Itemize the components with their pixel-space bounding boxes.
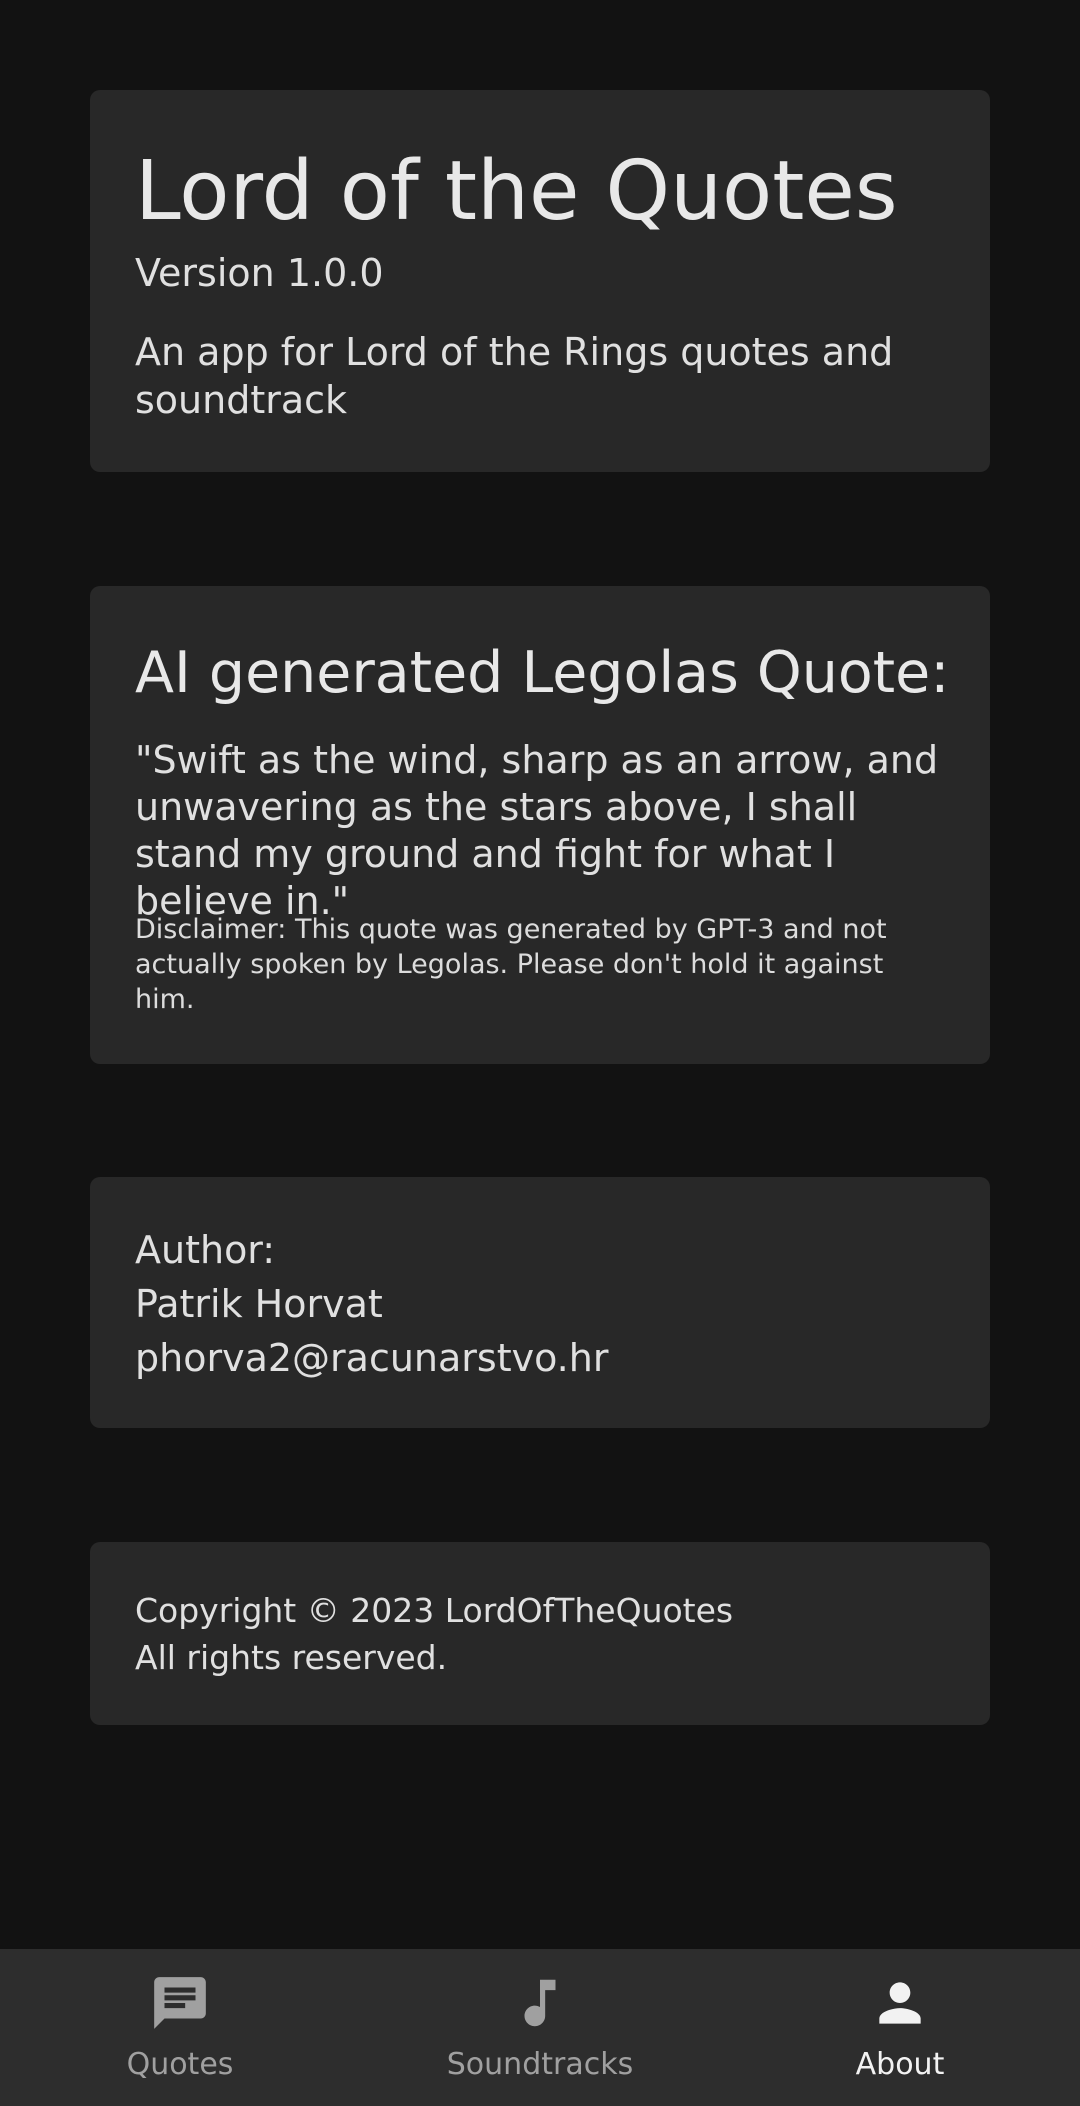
app-description: An app for Lord of the Rings quotes and …: [135, 330, 894, 422]
author-label: Author:: [135, 1228, 276, 1272]
nav-label-quotes: Quotes: [126, 2047, 234, 2082]
person-icon: [720, 1972, 1080, 2034]
nav-item-about[interactable]: About: [720, 1949, 1080, 2106]
bottom-navigation: Quotes Soundtracks About: [0, 1949, 1080, 2106]
author-name: Patrik Horvat: [135, 1282, 383, 1326]
app-version: Version 1.0.0: [135, 251, 384, 295]
nav-item-soundtracks[interactable]: Soundtracks: [360, 1949, 720, 2106]
copyright-card: Copyright © 2023 LordOfTheQuotes All rig…: [90, 1542, 990, 1725]
app-info-card: Lord of the Quotes Version 1.0.0 An app …: [90, 90, 990, 472]
author-card: Author: Patrik Horvat phorva2@racunarstv…: [90, 1177, 990, 1428]
quote-heading: AI generated Legolas Quote:: [135, 640, 950, 706]
quote-text: "Swift as the wind, sharp as an arrow, a…: [135, 738, 939, 923]
app-title: Lord of the Quotes: [135, 144, 898, 239]
nav-label-about: About: [855, 2047, 945, 2082]
author-email: phorva2@racunarstvo.hr: [135, 1336, 609, 1380]
music-note-icon: [360, 1972, 720, 2034]
quote-disclaimer: Disclaimer: This quote was generated by …: [135, 914, 887, 1015]
nav-label-soundtracks: Soundtracks: [446, 2047, 634, 2082]
copyright-text: Copyright © 2023 LordOfTheQuotes: [135, 1591, 734, 1630]
chat-bubble-icon: [0, 1972, 360, 2034]
nav-item-quotes[interactable]: Quotes: [0, 1949, 360, 2106]
quote-card: AI generated Legolas Quote: "Swift as th…: [90, 586, 990, 1064]
rights-text: All rights reserved.: [135, 1638, 448, 1677]
